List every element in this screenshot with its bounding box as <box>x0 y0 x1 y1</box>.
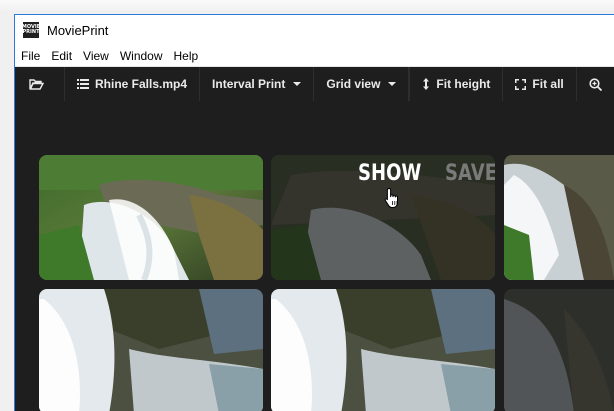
chevron-down-icon <box>293 82 302 86</box>
print-mode-label: Interval Print <box>212 77 286 91</box>
thumbnail-1[interactable] <box>39 155 263 280</box>
thumbnail-6[interactable] <box>504 289 614 411</box>
zoom-in-button[interactable] <box>577 67 614 101</box>
menu-edit[interactable]: Edit <box>46 49 77 63</box>
thumbnail-3[interactable] <box>504 155 614 280</box>
menu-bar: File Edit View Window Help <box>15 45 614 67</box>
hand-cursor-icon <box>384 187 398 208</box>
waterfall-frame-image <box>271 289 495 411</box>
folder-open-icon <box>29 79 44 90</box>
menu-help[interactable]: Help <box>169 49 204 63</box>
file-name-label: Rhine Falls.mp4 <box>95 77 188 91</box>
window-title: MoviePrint <box>47 22 109 38</box>
fit-height-button[interactable]: Fit height <box>410 67 504 101</box>
chevron-down-icon <box>388 82 397 86</box>
view-mode-label: Grid view <box>326 77 381 91</box>
list-icon <box>77 79 89 89</box>
save-button[interactable]: SAVE <box>445 161 495 186</box>
fit-all-label: Fit all <box>532 77 564 91</box>
menu-view[interactable]: View <box>78 49 114 63</box>
fit-all-button[interactable]: Fit all <box>503 67 577 101</box>
show-button[interactable]: SHOW <box>358 161 421 186</box>
menu-window[interactable]: Window <box>115 49 168 63</box>
expand-icon <box>515 78 527 90</box>
zoom-in-icon <box>589 77 602 91</box>
dim-overlay <box>504 289 614 411</box>
title-bar: MOVIE PRINT MoviePrint <box>15 15 614 45</box>
menu-file[interactable]: File <box>16 49 45 63</box>
print-mode-dropdown[interactable]: Interval Print <box>200 67 315 101</box>
thumbnail-5[interactable] <box>271 289 495 411</box>
app-logo-icon: MOVIE PRINT <box>22 22 40 38</box>
waterfall-frame-image <box>39 289 263 411</box>
thumbnail-4[interactable] <box>39 289 263 411</box>
view-mode-dropdown[interactable]: Grid view <box>314 67 410 101</box>
thumbnail-2-hovered[interactable]: SHOW SAVE <box>271 155 495 280</box>
waterfall-frame-image <box>39 155 263 280</box>
fit-height-label: Fit height <box>436 77 491 91</box>
waterfall-frame-image <box>504 155 614 280</box>
open-button[interactable] <box>15 67 65 101</box>
app-logo-line-2: PRINT <box>22 29 40 35</box>
vertical-arrows-icon <box>423 78 430 90</box>
app-window: MOVIE PRINT MoviePrint File Edit View Wi… <box>14 14 614 411</box>
file-settings-button[interactable]: Rhine Falls.mp4 <box>65 67 201 101</box>
toolbar: Rhine Falls.mp4 Interval Print Grid view… <box>15 67 614 101</box>
desktop-background <box>0 0 614 12</box>
thumbnail-grid: SHOW SAVE <box>39 155 614 411</box>
